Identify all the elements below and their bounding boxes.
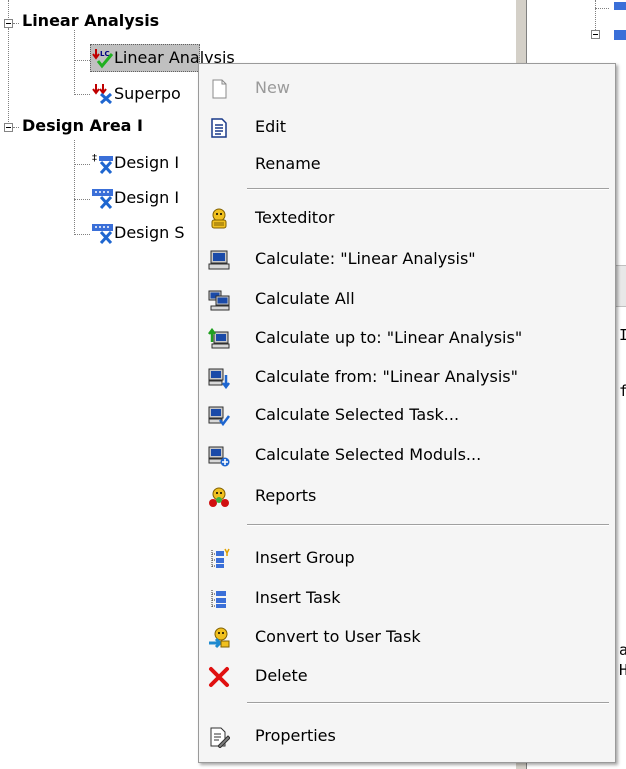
convert-user-task-icon — [208, 627, 230, 649]
menu-item-insert-group[interactable]: Insert Group — [199, 540, 615, 576]
tree-node-design-area-group[interactable]: Design Area I — [22, 116, 143, 135]
menu-item-calculate[interactable]: Calculate: "Linear Analysis" — [199, 241, 615, 277]
collapse-toggle[interactable] — [591, 30, 600, 39]
tree-node-linear-analysis-group[interactable]: Linear Analysis — [22, 11, 159, 30]
new-document-icon — [208, 78, 230, 100]
tree-connector — [74, 94, 90, 95]
menu-item-label: Convert to User Task — [255, 627, 421, 646]
menu-separator — [247, 188, 609, 190]
tree-node-design-1[interactable]: Design I — [114, 153, 179, 172]
menu-item-calculate-selected-task[interactable]: Calculate Selected Task... — [199, 397, 615, 433]
menu-item-label: Insert Task — [255, 588, 341, 607]
menu-item-insert-task[interactable]: Insert Task — [199, 580, 615, 616]
edit-document-icon — [208, 117, 230, 139]
menu-item-label: Calculate Selected Moduls... — [255, 445, 482, 464]
menu-item-label: Calculate from: "Linear Analysis" — [255, 367, 518, 386]
calculate-selected-moduls-icon — [208, 445, 230, 467]
menu-item-label: Texteditor — [255, 208, 335, 227]
reports-icon — [208, 486, 230, 508]
tree-connector — [74, 234, 90, 235]
tree-connector — [74, 60, 90, 61]
menu-item-calculate-selected-moduls[interactable]: Calculate Selected Moduls... — [199, 437, 615, 473]
menu-item-label: Reports — [255, 486, 317, 505]
tree-connector — [74, 30, 75, 95]
linear-case-check-icon: LC — [92, 47, 114, 69]
menu-item-delete[interactable]: Delete — [199, 658, 615, 694]
menu-separator — [247, 524, 609, 526]
tree-connector — [13, 127, 19, 128]
menu-item-label: Rename — [255, 154, 321, 173]
report-text-fragment: I — [619, 326, 626, 344]
menu-item-new: New — [199, 70, 615, 106]
texteditor-icon — [208, 208, 230, 230]
menu-item-label: Calculate All — [255, 289, 355, 308]
design-icon — [92, 187, 113, 210]
menu-separator — [247, 702, 609, 704]
menu-item-calculate-all[interactable]: Calculate All — [199, 281, 615, 317]
design-icon: ‡ — [92, 152, 113, 175]
menu-item-texteditor[interactable]: Texteditor — [199, 200, 615, 236]
menu-item-label: Delete — [255, 666, 308, 685]
insert-group-icon — [208, 548, 230, 570]
report-text-fragment: a — [619, 641, 626, 659]
calculate-up-to-icon — [208, 327, 230, 350]
calculate-all-icon — [208, 289, 230, 311]
tree-connector — [595, 8, 609, 9]
tree-connector — [74, 164, 90, 165]
menu-item-label: Edit — [255, 117, 286, 136]
report-text-fragment: H — [619, 661, 626, 679]
menu-item-properties[interactable]: Properties — [199, 718, 615, 754]
menu-item-calculate-up-to[interactable]: Calculate up to: "Linear Analysis" — [199, 320, 615, 356]
calculate-from-icon — [208, 367, 230, 390]
tree-node-superposition[interactable]: Superpo — [114, 84, 181, 103]
menu-item-label: New — [255, 78, 290, 97]
collapse-toggle[interactable] — [4, 123, 13, 132]
tree-connector — [13, 23, 19, 24]
menu-item-label: Calculate up to: "Linear Analysis" — [255, 328, 523, 347]
menu-item-label: Properties — [255, 726, 336, 745]
tree-connector — [595, 0, 596, 30]
properties-icon — [208, 726, 231, 749]
calculate-selected-task-icon — [208, 405, 230, 427]
menu-item-label: Insert Group — [255, 548, 355, 567]
menu-item-calculate-from[interactable]: Calculate from: "Linear Analysis" — [199, 359, 615, 395]
tree-connector — [8, 0, 9, 18]
calculate-icon — [208, 249, 230, 271]
tree-node-icon — [614, 2, 626, 10]
report-text-fragment: f — [619, 382, 626, 400]
context-menu: New Edit Rename Texteditor Calculate: "L… — [198, 63, 616, 763]
tree-connector — [8, 28, 9, 128]
menu-item-label: Calculate Selected Task... — [255, 405, 460, 424]
tree-node-design-3[interactable]: Design S — [114, 223, 184, 242]
tree-node-design-2[interactable]: Design I — [114, 188, 179, 207]
superposition-icon — [92, 82, 113, 105]
menu-item-rename[interactable]: Rename — [199, 146, 615, 182]
svg-text:‡: ‡ — [92, 153, 97, 164]
menu-item-reports[interactable]: Reports — [199, 478, 615, 514]
menu-item-convert-user-task[interactable]: Convert to User Task — [199, 619, 615, 655]
menu-item-label: Calculate: "Linear Analysis" — [255, 249, 476, 268]
design-icon — [92, 222, 113, 245]
tree-node-icon — [614, 30, 626, 40]
insert-task-icon — [208, 588, 230, 610]
collapse-toggle[interactable] — [4, 19, 13, 28]
tree-connector — [74, 199, 90, 200]
tree-connector — [74, 140, 75, 235]
menu-item-edit[interactable]: Edit — [199, 109, 615, 145]
delete-icon — [208, 666, 230, 688]
